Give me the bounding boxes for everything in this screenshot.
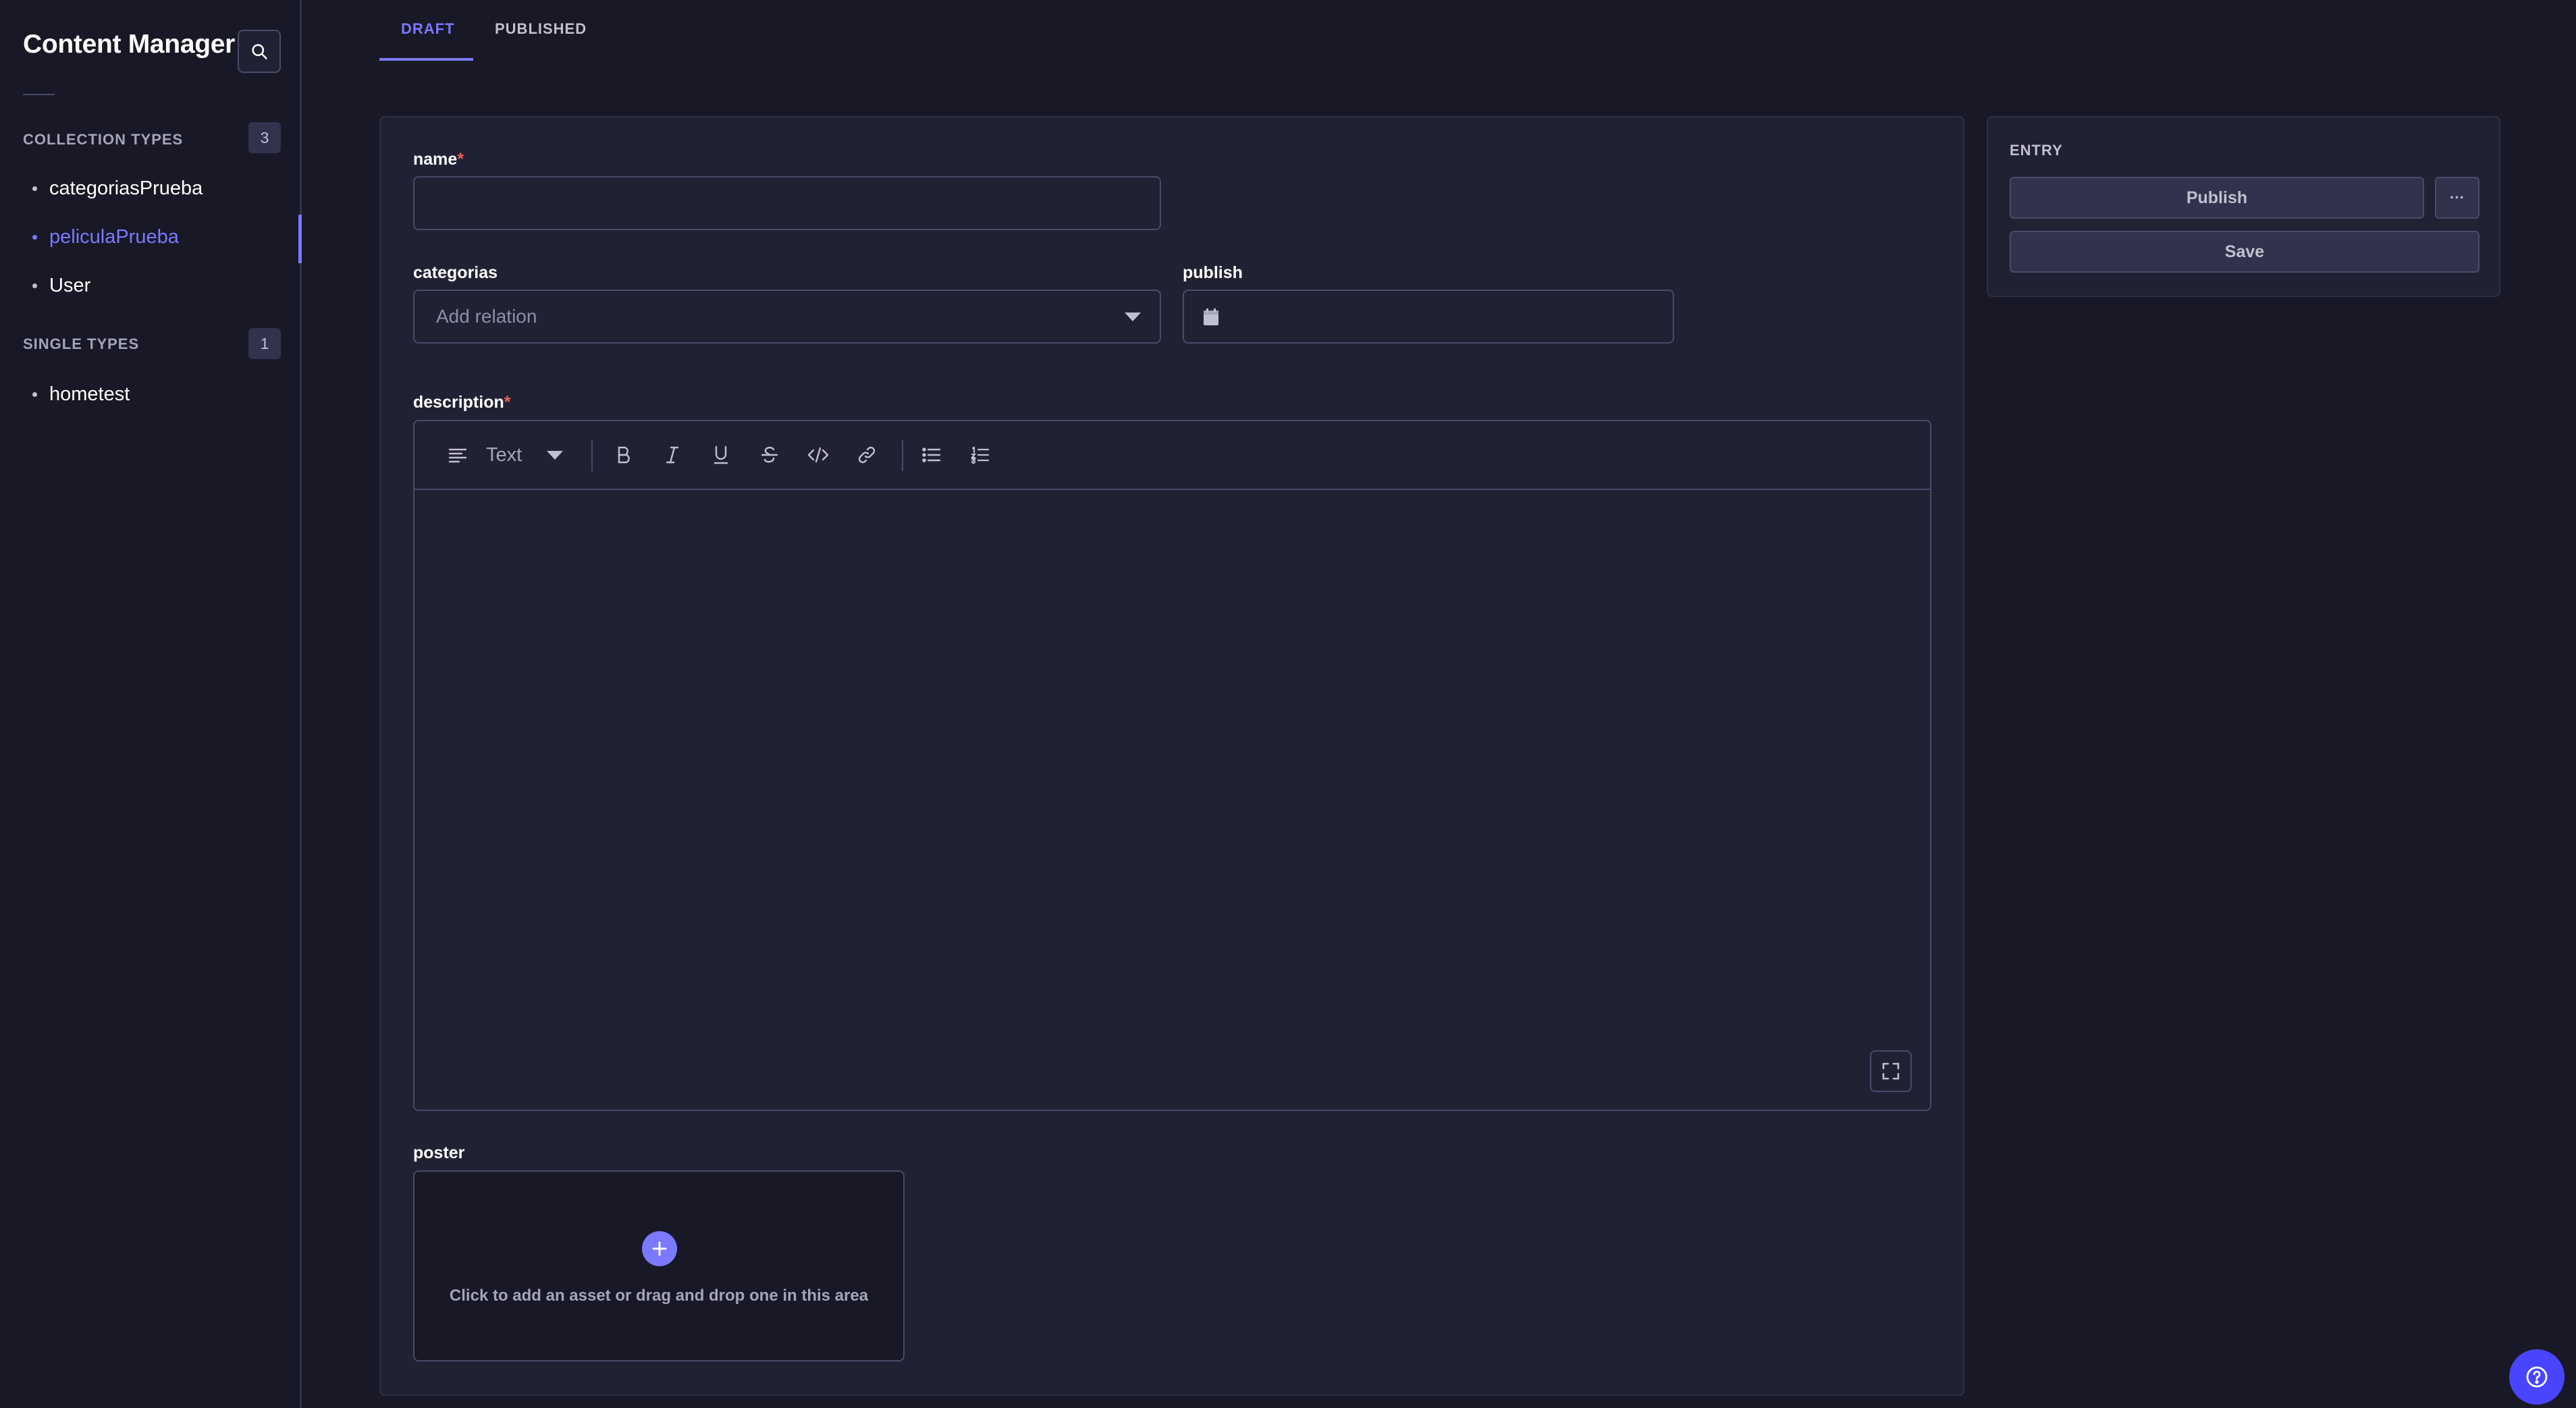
content-manager-sidebar: Content Manager COLLECTION TYPES 3 categ… [0, 0, 302, 1408]
poster-label: poster [413, 1143, 465, 1162]
numbered-list-icon [971, 446, 990, 464]
categorias-label: categorias [413, 263, 498, 282]
strikethrough-button[interactable] [756, 441, 783, 468]
collection-types-heading: COLLECTION TYPES [23, 131, 184, 148]
categorias-placeholder: Add relation [436, 306, 537, 327]
name-label: name* [413, 150, 464, 169]
numbered-list-button[interactable] [967, 441, 994, 468]
sidebar-item-user[interactable]: User [32, 275, 90, 297]
publish-date-input[interactable] [1183, 290, 1674, 344]
add-asset-button[interactable] [642, 1231, 677, 1266]
sidebar-item-label: categoriasPrueba [49, 178, 203, 199]
calendar-icon[interactable] [1203, 308, 1219, 326]
bold-button[interactable] [610, 441, 637, 468]
sidebar-title: Content Manager [23, 30, 236, 59]
more-actions-button[interactable]: ··· [2435, 177, 2479, 219]
help-icon [2526, 1366, 2548, 1388]
code-button[interactable] [805, 441, 832, 468]
block-type-select[interactable]: Text [486, 444, 522, 466]
sidebar-item-categoriasprueba[interactable]: categoriasPrueba [32, 178, 203, 200]
sidebar-divider [23, 94, 55, 95]
tab-published[interactable]: PUBLISHED [495, 20, 587, 38]
bold-icon [618, 446, 630, 464]
editor-toolbar: Text [414, 421, 1930, 490]
sidebar-item-hometest[interactable]: hometest [32, 383, 130, 406]
single-types-heading: SINGLE TYPES [23, 335, 140, 352]
more-icon: ··· [2450, 189, 2465, 206]
toolbar-divider [902, 440, 903, 471]
code-icon [807, 447, 829, 463]
bullet-icon [32, 186, 37, 191]
sidebar-item-peliculaprueba[interactable]: peliculaPrueba [32, 226, 179, 248]
link-button[interactable] [853, 441, 880, 468]
name-label-text: name [413, 150, 458, 169]
single-types-count-badge: 1 [248, 328, 281, 359]
active-tab-underline [379, 58, 473, 61]
required-mark: * [504, 393, 511, 412]
paragraph-align-icon [444, 441, 471, 468]
poster-media-dropzone[interactable]: Click to add an asset or drag and drop o… [413, 1170, 905, 1361]
chevron-down-icon[interactable] [547, 451, 563, 460]
description-rich-text-editor[interactable]: Text [413, 420, 1931, 1111]
toolbar-divider [591, 440, 593, 471]
expand-icon [1882, 1062, 1900, 1080]
bullet-icon [32, 283, 37, 288]
entry-panel-title: ENTRY [2010, 142, 2063, 159]
collection-types-count-badge: 3 [248, 122, 281, 153]
save-button[interactable]: Save [2010, 231, 2479, 273]
tab-draft[interactable]: DRAFT [401, 20, 455, 38]
sidebar-search-button[interactable] [238, 30, 281, 73]
categorias-relation-select[interactable]: Add relation [413, 290, 1161, 344]
underline-button[interactable] [707, 441, 734, 468]
dropzone-instructions: Click to add an asset or drag and drop o… [449, 1287, 869, 1305]
help-button[interactable] [2509, 1349, 2565, 1405]
strikethrough-icon [761, 446, 778, 463]
sidebar-item-label: peliculaPrueba [49, 226, 179, 248]
search-icon [252, 44, 267, 59]
publish-label: publish [1183, 263, 1243, 282]
name-input[interactable] [413, 176, 1161, 230]
sidebar-item-label: hometest [49, 383, 130, 405]
underline-icon [714, 445, 728, 464]
publish-button[interactable]: Publish [2010, 177, 2424, 219]
sidebar-item-label: User [49, 275, 91, 296]
bullet-icon [32, 235, 37, 240]
bulleted-list-icon [922, 448, 941, 462]
chevron-down-icon[interactable] [1125, 313, 1141, 322]
link-icon [858, 446, 876, 464]
expand-editor-button[interactable] [1870, 1050, 1912, 1092]
italic-button[interactable] [659, 441, 686, 468]
bulleted-list-button[interactable] [918, 441, 945, 468]
italic-icon [666, 446, 679, 464]
bullet-icon [32, 392, 37, 397]
entry-panel: ENTRY Publish ··· Save [1987, 116, 2500, 297]
description-label: description* [413, 393, 510, 412]
plus-icon [652, 1241, 667, 1256]
sidebar-active-indicator [298, 215, 302, 263]
description-label-text: description [413, 393, 504, 412]
required-mark: * [457, 150, 464, 169]
